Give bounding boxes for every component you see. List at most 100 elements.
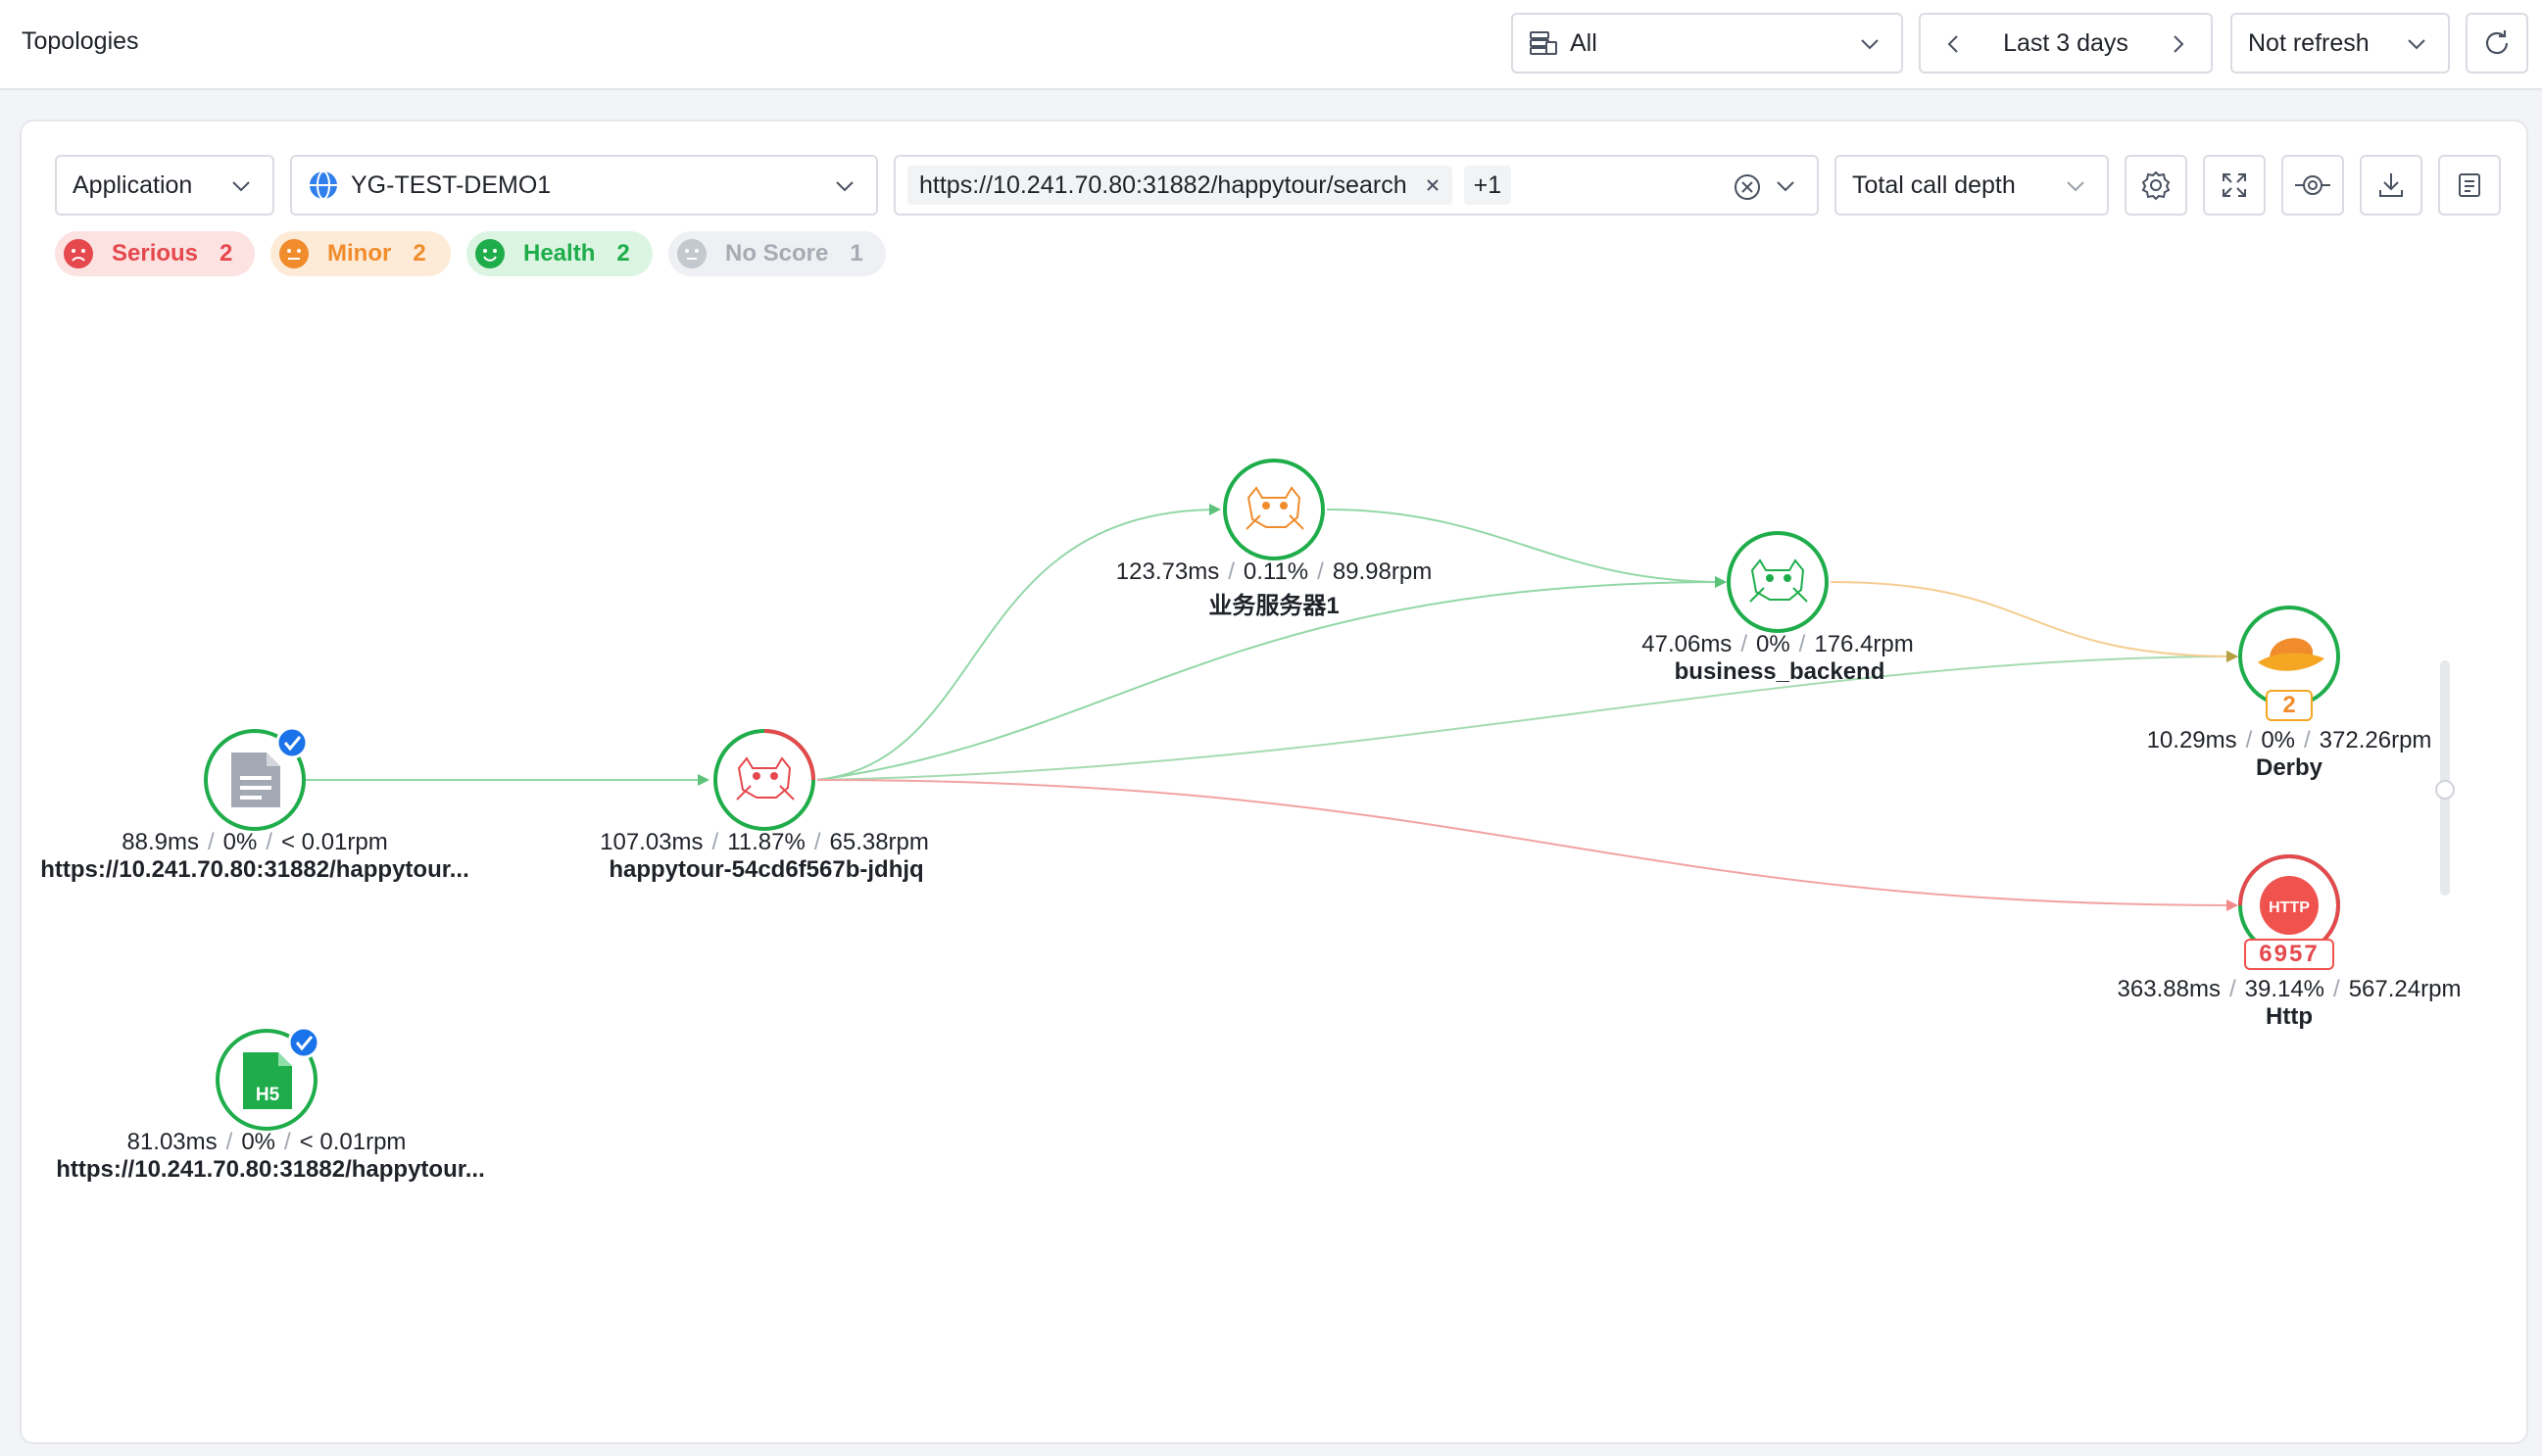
check-badge-icon	[287, 1026, 320, 1059]
sad-face-icon	[64, 239, 93, 268]
type-select[interactable]: Application	[55, 155, 274, 216]
call-rate: 65.38rpm	[829, 829, 929, 855]
depth-select-value: Total call depth	[1852, 170, 2016, 199]
url-tag[interactable]: https://10.241.70.80:31882/happytour/sea…	[907, 166, 1452, 205]
url-tag-more[interactable]: +1	[1463, 166, 1512, 205]
filter-no-score[interactable]: No Score 1	[668, 231, 886, 276]
error-rate: 0.11%	[1243, 558, 1309, 585]
filter-health-count: 2	[616, 240, 630, 267]
smile-face-icon	[475, 239, 505, 268]
call-rate: < 0.01rpm	[299, 1129, 407, 1155]
latency: 47.06ms	[1641, 631, 1733, 657]
url-tag-label: https://10.241.70.80:31882/happytour/sea…	[919, 170, 1407, 199]
node-url-entry[interactable]	[204, 726, 309, 831]
scope-select[interactable]: All	[1511, 13, 1903, 73]
chevron-right-icon[interactable]	[2168, 32, 2189, 56]
chevron-down-icon	[1777, 181, 1794, 192]
latency: 88.9ms	[122, 829, 199, 855]
chevron-down-icon	[2067, 181, 2084, 192]
call-rate: 567.24rpm	[2348, 976, 2462, 1002]
page-title: Topologies	[22, 27, 139, 55]
download-button[interactable]	[2360, 155, 2422, 216]
depth-select[interactable]: Total call depth	[1834, 155, 2109, 216]
refresh-select-value: Not refresh	[2248, 28, 2370, 57]
chevron-down-icon	[232, 181, 250, 192]
http-icon: HTTP	[2260, 876, 2319, 935]
time-range-value: Last 3 days	[2003, 28, 2128, 57]
filter-serious-count: 2	[220, 240, 233, 267]
download-icon	[2379, 173, 2403, 197]
node-h5-entry-metrics: 81.03ms/0% / < 0.01rpm	[126, 1129, 407, 1155]
zoom-slider-handle[interactable]	[2435, 780, 2455, 800]
node-http-name: Http	[2266, 1003, 2313, 1030]
latency: 107.03ms	[600, 829, 704, 855]
document-icon	[231, 752, 280, 807]
node-happytour-metrics: 107.03ms/11.87%/65.38rpm	[600, 829, 929, 855]
settings-button[interactable]	[2125, 155, 2187, 216]
node-http-badge: 6957	[2244, 939, 2334, 970]
latency: 81.03ms	[126, 1129, 218, 1155]
chevron-down-icon	[836, 181, 854, 192]
settings-icon	[2141, 170, 2171, 201]
http-icon-text: HTTP	[2269, 899, 2310, 916]
call-rate: < 0.01rpm	[281, 829, 388, 855]
edge-happytour-to-derby[interactable]	[816, 651, 2238, 781]
clear-circle-icon[interactable]	[1733, 172, 1762, 202]
filter-minor-label: Minor	[327, 240, 392, 267]
node-service1-name: 业务服务器1	[1208, 593, 1340, 619]
error-rate: 0%	[1755, 631, 1790, 657]
topology-graph: H5 HTTP	[204, 459, 2340, 1131]
edge-happytour-to-http[interactable]	[816, 779, 2238, 911]
scope-select-value: All	[1570, 28, 1597, 57]
globe-icon	[310, 170, 337, 200]
node-happytour-name: happytour-54cd6f567b-jdhjq	[609, 856, 924, 883]
filter-serious-label: Serious	[112, 240, 199, 267]
filter-health[interactable]: Health 2	[466, 231, 653, 276]
node-service1[interactable]	[1223, 459, 1325, 560]
url-multi-select[interactable]: https://10.241.70.80:31882/happytour/sea…	[894, 155, 1819, 216]
list-icon	[2459, 173, 2480, 197]
error-rate: 39.14%	[2244, 976, 2325, 1002]
topology-card: H5 HTTP 88.9ms / 0% / < 0.01rpm https://…	[20, 120, 2528, 1444]
chevron-down-icon	[1861, 39, 1879, 50]
node-derby-metrics: 10.29ms/0%/372.26rpm	[2146, 727, 2432, 753]
error-rate: 0%	[222, 829, 258, 855]
fullscreen-button[interactable]	[2203, 155, 2266, 216]
latency: 363.88ms	[2117, 976, 2221, 1002]
error-rate: 0%	[2261, 727, 2295, 753]
node-http-metrics: 363.88ms/39.14%/567.24rpm	[2117, 976, 2462, 1002]
check-badge-icon	[275, 726, 309, 759]
app-select-value: YG-TEST-DEMO1	[351, 170, 552, 199]
call-rate: 176.4rpm	[1814, 631, 1914, 657]
database-list-icon	[1530, 31, 1557, 55]
chevron-down-icon	[2408, 39, 2425, 50]
reload-button[interactable]	[2466, 13, 2528, 73]
close-icon[interactable]	[1425, 177, 1441, 193]
node-url-entry-name: https://10.241.70.80:31882/happytour...	[40, 856, 469, 883]
app-select[interactable]: YG-TEST-DEMO1	[290, 155, 878, 216]
fullscreen-icon	[2223, 173, 2246, 197]
blank-face-icon	[677, 239, 707, 268]
node-backend-name: business_backend	[1674, 658, 1885, 685]
filter-health-label: Health	[523, 240, 596, 267]
filter-serious[interactable]: Serious 2	[55, 231, 255, 276]
zoom-slider-track[interactable]	[2440, 660, 2450, 896]
node-happytour[interactable]	[713, 729, 815, 831]
chevron-left-icon[interactable]	[1942, 32, 1964, 56]
error-rate: 0%	[241, 1129, 276, 1155]
time-range-picker[interactable]: Last 3 days	[1919, 13, 2213, 73]
focus-button[interactable]	[2281, 155, 2344, 216]
edge-happytour-to-service1[interactable]	[816, 504, 1221, 781]
refresh-select[interactable]: Not refresh	[2230, 13, 2450, 73]
list-button[interactable]	[2438, 155, 2501, 216]
filter-minor[interactable]: Minor 2	[270, 231, 451, 276]
node-service1-metrics: 123.73ms/0.11%/89.98rpm	[1115, 558, 1433, 585]
node-h5-entry[interactable]: H5	[216, 1026, 320, 1131]
filter-no-score-count: 1	[850, 240, 863, 267]
filter-no-score-label: No Score	[725, 240, 829, 267]
error-rate: 11.87%	[727, 829, 806, 855]
latency: 123.73ms	[1115, 558, 1220, 585]
h5-icon: H5	[243, 1052, 292, 1109]
neutral-face-icon	[279, 239, 309, 268]
node-backend[interactable]	[1727, 531, 1829, 633]
